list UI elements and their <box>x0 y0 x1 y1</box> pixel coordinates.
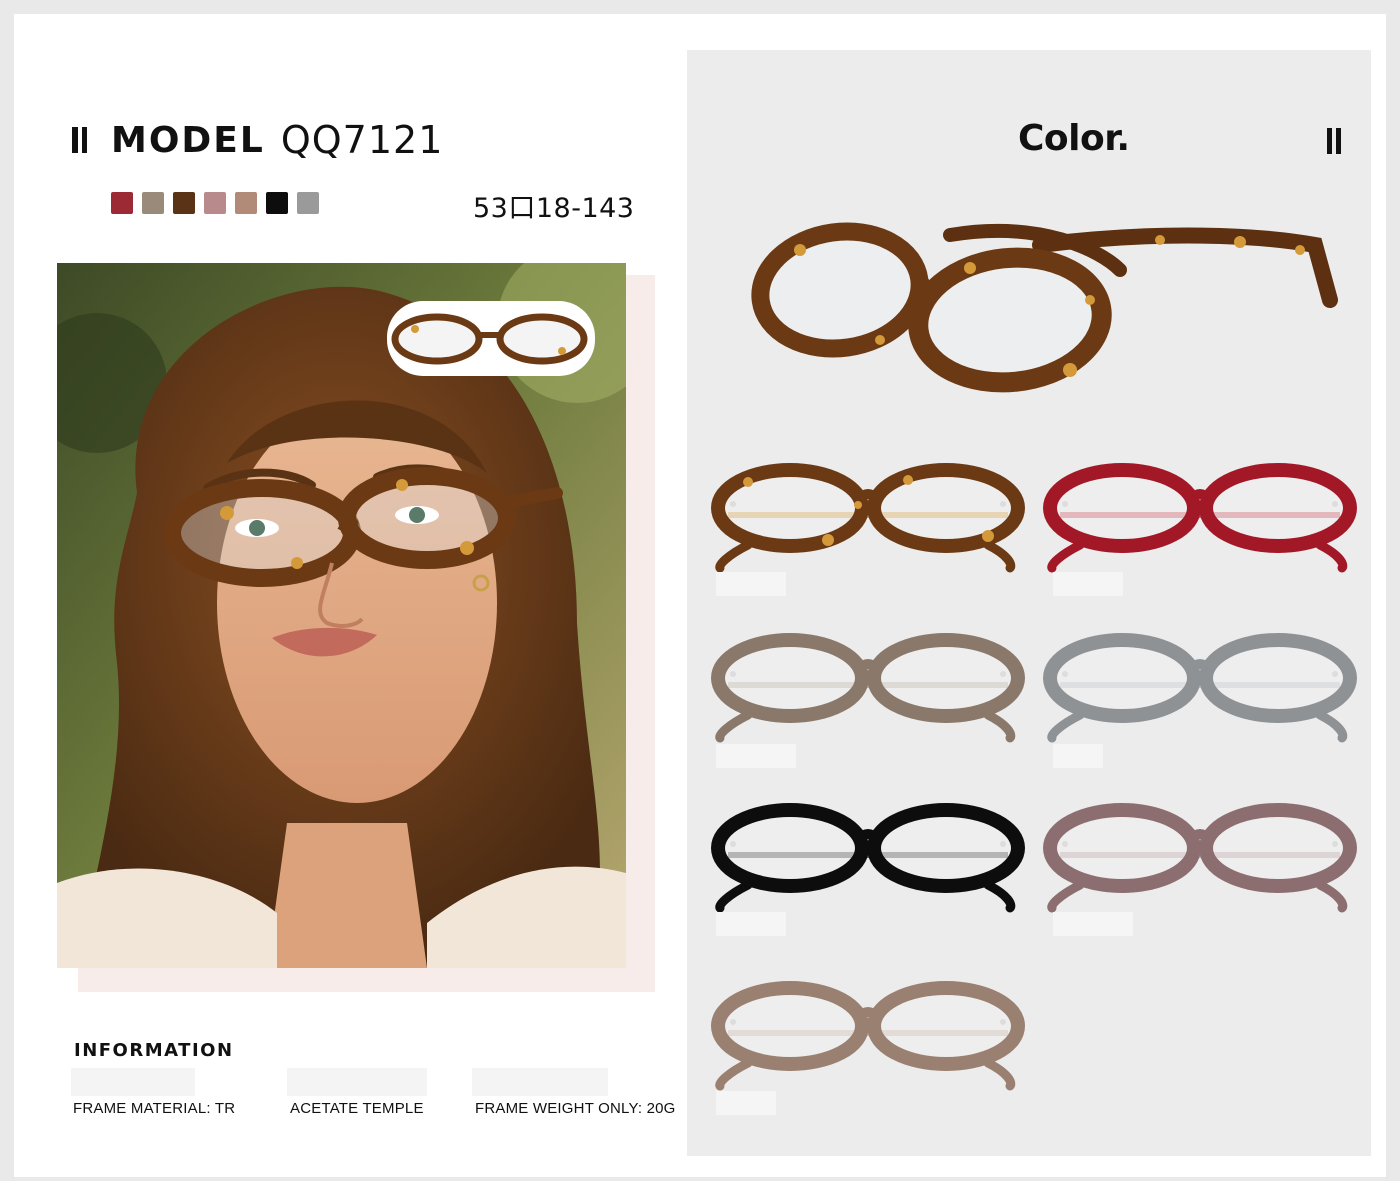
info-weight: FRAME WEIGHT ONLY: 20G <box>475 1100 676 1117</box>
info-blank <box>287 1068 427 1096</box>
frame-translucent-tan-image <box>711 981 1025 1091</box>
model-code: QQ7121 <box>280 118 444 162</box>
info-blank <box>472 1068 608 1096</box>
frame-label <box>1053 912 1133 936</box>
model-photo <box>57 263 626 968</box>
frame-label <box>716 744 796 768</box>
section-marker-icon <box>72 127 87 153</box>
section-marker-icon <box>1327 128 1341 154</box>
frame-translucent-mauve-image <box>1043 803 1357 913</box>
frame-label <box>1053 744 1103 768</box>
frame-black-image <box>711 803 1025 913</box>
frame-label <box>716 912 786 936</box>
frame-label <box>716 572 786 596</box>
frame-label <box>716 1091 776 1115</box>
info-frame-material: FRAME MATERIAL: TR <box>73 1100 236 1117</box>
swatch-wine-red[interactable] <box>111 192 133 214</box>
swatch-dusty-pink[interactable] <box>204 192 226 214</box>
swatch-black[interactable] <box>266 192 288 214</box>
information-title: INFORMATION <box>74 1040 234 1061</box>
swatch-tortoise[interactable] <box>173 192 195 214</box>
frame-wine-red-image <box>1043 463 1357 573</box>
swatch-brown-pink[interactable] <box>235 192 257 214</box>
info-temple: ACETATE TEMPLE <box>290 1100 424 1117</box>
frame-translucent-brown-image <box>711 633 1025 743</box>
swatch-taupe[interactable] <box>142 192 164 214</box>
swatch-grey[interactable] <box>297 192 319 214</box>
frame-size: 53口18-143 <box>473 193 635 224</box>
info-blank <box>71 1068 195 1096</box>
color-swatches <box>111 192 319 214</box>
color-title: Color. <box>1018 118 1130 159</box>
model-title: MODEL QQ7121 <box>72 118 443 162</box>
frame-tortoise-image <box>711 463 1025 573</box>
hero-glasses-image <box>751 222 1338 393</box>
glasses-badge-icon <box>387 301 595 376</box>
frame-translucent-grey-image <box>1043 633 1357 743</box>
model-portrait-image <box>57 263 626 968</box>
model-label: MODEL <box>111 119 265 161</box>
frame-label <box>1053 572 1123 596</box>
